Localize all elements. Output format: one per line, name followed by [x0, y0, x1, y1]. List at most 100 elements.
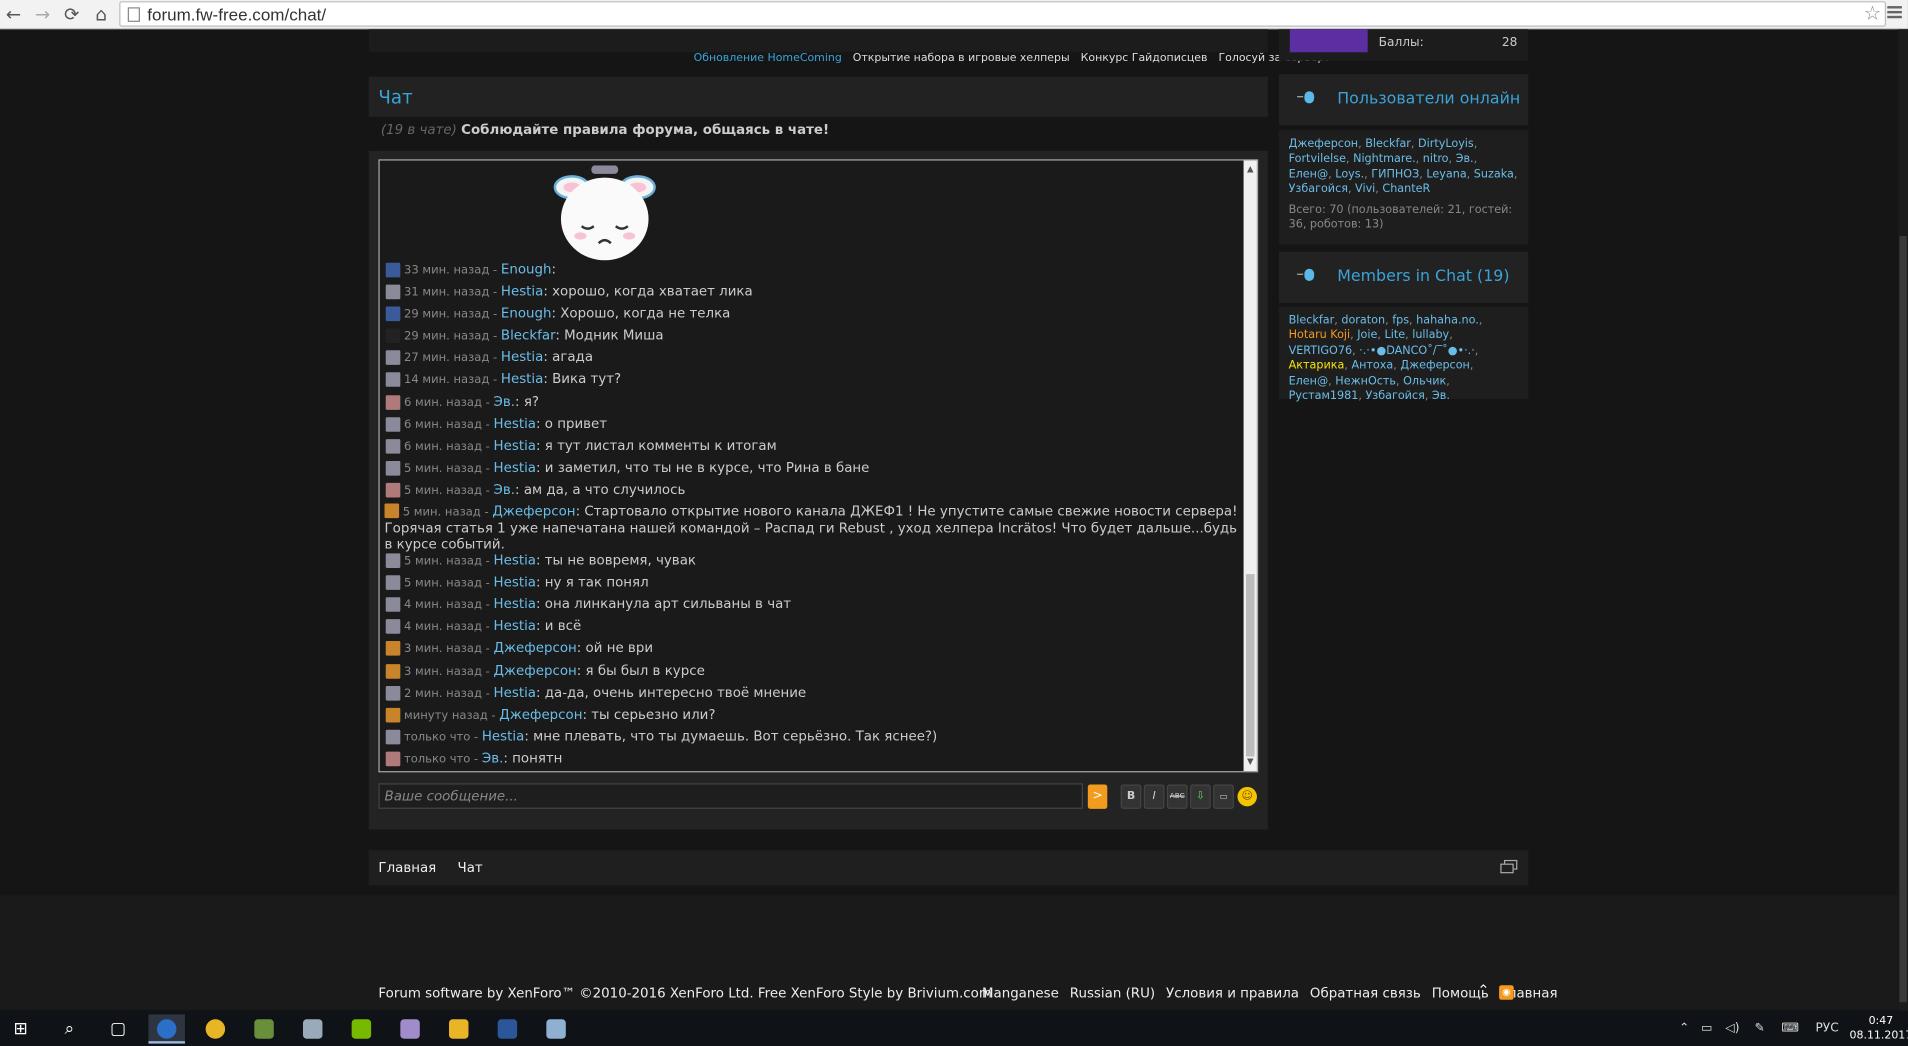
message-input[interactable]: Ваше сообщение... [378, 783, 1083, 809]
avatar[interactable] [385, 328, 401, 344]
browser-taskbar-icon[interactable] [148, 1014, 185, 1044]
task-view-icon[interactable]: ▢ [100, 1014, 137, 1043]
avatar[interactable] [385, 685, 401, 701]
chat-member-link[interactable]: Елен@ [1289, 374, 1329, 387]
chat-member-link[interactable]: Bleckfar [1289, 314, 1335, 327]
link-insert-icon[interactable]: ▭ [1213, 784, 1234, 809]
avatar[interactable] [385, 619, 401, 635]
avatar[interactable] [385, 350, 401, 366]
avatar[interactable] [385, 482, 401, 498]
avatar[interactable] [385, 372, 401, 388]
keyboard-icon[interactable]: ⌨ [1781, 1022, 1799, 1035]
network-icon[interactable]: ▭ [1701, 1022, 1713, 1035]
footer-link[interactable]: Russian (RU) [1070, 985, 1155, 1001]
message-username[interactable]: Hestia [494, 438, 536, 454]
message-username[interactable]: Эв. [494, 482, 516, 498]
chat-scrollbar[interactable]: ▲ ▼ [1243, 160, 1257, 772]
chat-member-link[interactable]: Антоха [1351, 359, 1393, 372]
avatar[interactable] [385, 394, 401, 410]
footer-link[interactable]: Обратная связь [1310, 985, 1421, 1001]
folder-icon[interactable] [440, 1014, 477, 1043]
message-username[interactable]: Hestia [482, 728, 524, 744]
online-user-link[interactable]: DirtyLoyis [1418, 137, 1474, 150]
app-cube-icon[interactable] [246, 1014, 283, 1043]
message-username[interactable]: Джеферсон [499, 706, 582, 722]
popup-window-icon[interactable] [1500, 859, 1518, 875]
message-username[interactable]: Hestia [501, 350, 543, 366]
online-user-link[interactable]: Джеферсон [1289, 137, 1359, 150]
search-icon[interactable]: ⌕ [51, 1014, 88, 1043]
message-username[interactable]: Hestia [494, 596, 536, 612]
avatar[interactable] [385, 707, 401, 723]
avatar[interactable] [385, 575, 401, 591]
forward-icon[interactable]: → [32, 4, 54, 26]
chat-member-link[interactable]: Joie [1357, 329, 1377, 342]
message-username[interactable]: Джеферсон [494, 662, 577, 678]
online-user-link[interactable]: ChanteR [1382, 183, 1430, 196]
scroll-down-icon[interactable]: ▼ [1244, 755, 1257, 768]
online-user-link[interactable]: Узбагойся [1289, 183, 1348, 196]
chrome-taskbar-icon[interactable] [197, 1014, 234, 1043]
online-user-link[interactable]: Suzaka [1474, 168, 1514, 181]
message-username[interactable]: Enough [501, 306, 552, 322]
chat-member-link[interactable]: ·.·•●DANCO˚/‾˚●•·.· [1359, 344, 1475, 357]
message-username[interactable]: Эв. [482, 750, 504, 766]
strikethrough-button[interactable]: ABC [1166, 784, 1188, 809]
message-username[interactable]: Hestia [501, 284, 543, 300]
message-username[interactable]: Hestia [494, 416, 536, 432]
message-username[interactable]: Джеферсон [492, 504, 575, 520]
bookmark-star-icon[interactable]: ☆ [1864, 1, 1881, 24]
avatar[interactable] [385, 438, 401, 454]
avatar[interactable] [385, 751, 401, 767]
start-icon[interactable]: ⊞ [2, 1014, 39, 1043]
chat-member-link[interactable]: Узбагойся [1365, 389, 1424, 402]
avatar[interactable] [385, 460, 401, 476]
nvidia-icon[interactable] [343, 1014, 380, 1043]
avatar[interactable] [384, 503, 400, 519]
chat-member-link[interactable]: Ольчик [1403, 374, 1446, 387]
breadcrumb-home[interactable]: Главная [378, 860, 436, 876]
rss-icon[interactable]: ◉ [1499, 985, 1514, 1000]
system-clock[interactable]: 0:47 08.11.2017 [1850, 1014, 1908, 1043]
volume-icon[interactable]: ◁) [1725, 1022, 1739, 1035]
chat-member-link[interactable]: Актарика [1289, 359, 1345, 372]
scroll-up-icon[interactable]: ▲ [1244, 163, 1257, 176]
footer-link[interactable]: Manganese [982, 985, 1059, 1001]
browser-menu-icon[interactable] [1887, 4, 1902, 21]
message-username[interactable]: Bleckfar [501, 328, 555, 344]
online-user-link[interactable]: Bleckfar [1365, 137, 1411, 150]
avatar[interactable] [385, 553, 401, 569]
chat-member-link[interactable]: Джеферсон [1400, 359, 1470, 372]
back-icon[interactable]: ← [2, 4, 24, 26]
online-user-link[interactable]: Nightmare. [1353, 153, 1416, 166]
online-user-link[interactable]: Fortvilelse [1289, 153, 1346, 166]
message-username[interactable]: Джеферсон [494, 640, 577, 656]
subnav-link[interactable]: Конкурс Гайдописцев [1081, 52, 1208, 69]
subnav-link[interactable]: Открытие набора в игровые хелперы [853, 52, 1070, 69]
page-scrollbar[interactable] [1898, 29, 1908, 1011]
message-username[interactable]: Эв. [494, 394, 516, 410]
word-icon[interactable] [489, 1014, 526, 1043]
online-user-link[interactable]: Елен@ [1289, 168, 1329, 181]
chat-member-link[interactable]: Рустам1981 [1289, 389, 1359, 402]
online-user-link[interactable]: Vivi [1355, 183, 1375, 196]
message-username[interactable]: Hestia [494, 684, 536, 700]
italic-button[interactable]: I [1143, 784, 1165, 809]
footer-link[interactable]: Условия и правила [1166, 985, 1299, 1001]
avatar[interactable] [385, 597, 401, 613]
chat-member-link[interactable]: lullaby [1412, 329, 1449, 342]
chat-member-link[interactable]: hahaha.no. [1416, 314, 1479, 327]
subnav-link[interactable]: Обновление HomeComing [694, 52, 842, 69]
avatar[interactable] [385, 416, 401, 432]
chat-member-link[interactable]: doraton [1341, 314, 1385, 327]
reload-icon[interactable]: ⟳ [61, 4, 83, 26]
smiley-icon[interactable]: ☺ [1237, 786, 1257, 807]
pen-icon[interactable]: ✎ [1755, 1022, 1765, 1035]
avatar[interactable] [385, 641, 401, 657]
app-icon[interactable] [294, 1014, 331, 1043]
message-username[interactable]: Hestia [494, 552, 536, 568]
avatar[interactable] [1289, 29, 1368, 53]
message-username[interactable]: Enough [501, 262, 552, 278]
online-user-link[interactable]: nitro [1423, 153, 1449, 166]
avatar[interactable] [385, 729, 401, 745]
